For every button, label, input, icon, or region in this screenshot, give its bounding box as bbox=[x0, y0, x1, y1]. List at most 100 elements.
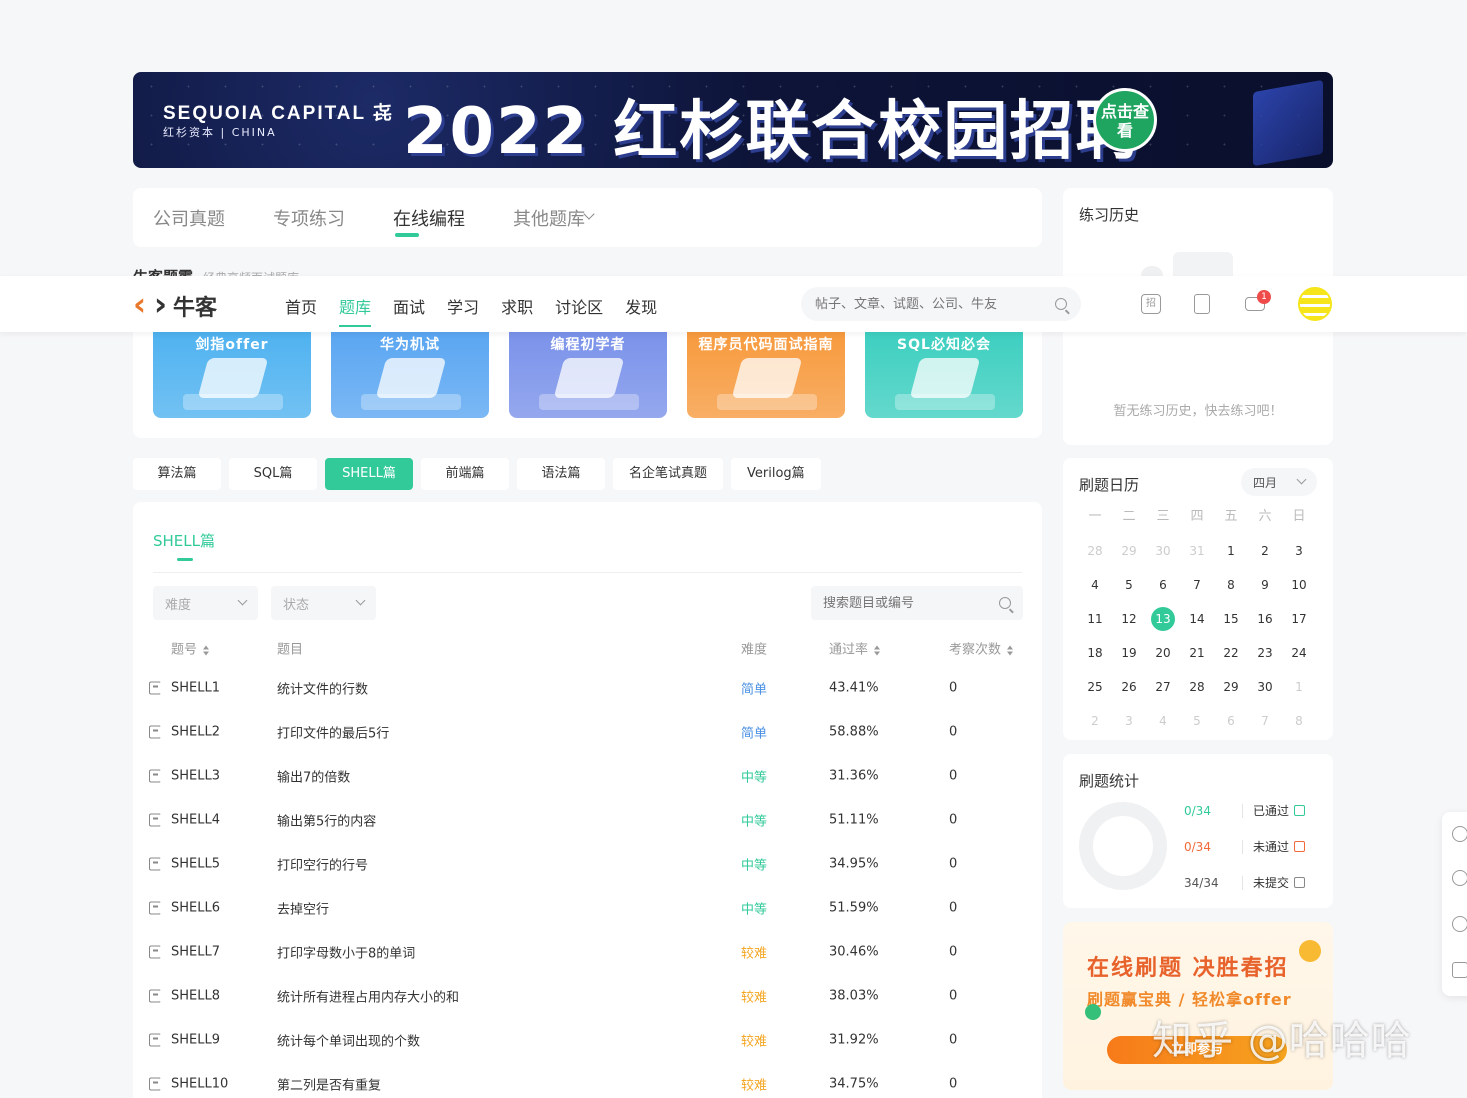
subnav-item[interactable]: 其他题库 bbox=[513, 205, 585, 231]
calendar-day[interactable]: 3 bbox=[1112, 704, 1146, 738]
nav-item[interactable]: 讨论区 bbox=[555, 294, 603, 318]
category-tab[interactable]: SHELL篇 bbox=[325, 458, 413, 490]
list-tab-title[interactable]: SHELL篇 bbox=[153, 530, 215, 561]
problem-id[interactable]: SHELL6 bbox=[171, 901, 220, 916]
problem-id[interactable]: SHELL10 bbox=[171, 1077, 228, 1092]
calendar-day[interactable]: 13 bbox=[1146, 602, 1180, 636]
problem-title[interactable]: 打印字母数小于8的单词 bbox=[277, 943, 415, 962]
calendar-day[interactable]: 18 bbox=[1078, 636, 1112, 670]
problem-search-input[interactable] bbox=[823, 595, 983, 611]
problem-id[interactable]: SHELL1 bbox=[171, 681, 220, 696]
problem-id[interactable]: SHELL8 bbox=[171, 989, 220, 1004]
problem-title[interactable]: 打印空行的行号 bbox=[277, 855, 368, 874]
book-card[interactable]: 程序员代码面试指南 bbox=[687, 332, 845, 418]
problem-id[interactable]: SHELL5 bbox=[171, 857, 220, 872]
calendar-day[interactable]: 30 bbox=[1248, 670, 1282, 704]
problem-id[interactable]: SHELL9 bbox=[171, 1033, 220, 1048]
calendar-day[interactable]: 14 bbox=[1180, 602, 1214, 636]
calendar-day[interactable]: 29 bbox=[1214, 670, 1248, 704]
calendar-day[interactable]: 30 bbox=[1146, 534, 1180, 568]
difficulty-filter[interactable]: 难度 bbox=[153, 586, 258, 620]
problem-title[interactable]: 输出第5行的内容 bbox=[277, 811, 376, 830]
share-icon[interactable] bbox=[1452, 962, 1467, 978]
calendar-day[interactable]: 7 bbox=[1180, 568, 1214, 602]
col-id[interactable]: 题号 bbox=[171, 639, 210, 658]
calendar-day[interactable]: 2 bbox=[1248, 534, 1282, 568]
recruit-icon[interactable]: 招 bbox=[1141, 294, 1161, 314]
book-card[interactable]: 编程初学者 bbox=[509, 332, 667, 418]
nav-item[interactable]: 求职 bbox=[501, 294, 533, 318]
problem-title[interactable]: 统计所有进程占用内存大小的和 bbox=[277, 987, 459, 1006]
table-row[interactable]: SHELL3 输出7的倍数 中等 31.36% 0 bbox=[133, 754, 1042, 798]
subnav-item[interactable]: 公司真题 bbox=[153, 205, 225, 231]
calendar-day[interactable]: 1 bbox=[1282, 670, 1316, 704]
nav-item[interactable]: 题库 bbox=[339, 294, 372, 327]
nav-item[interactable]: 面试 bbox=[393, 294, 425, 318]
search-icon[interactable] bbox=[1055, 298, 1067, 310]
calendar-day[interactable]: 8 bbox=[1214, 568, 1248, 602]
calendar-day[interactable]: 20 bbox=[1146, 636, 1180, 670]
category-tab[interactable]: 算法篇 bbox=[133, 458, 221, 490]
calendar-day[interactable]: 15 bbox=[1214, 602, 1248, 636]
calendar-day[interactable]: 26 bbox=[1112, 670, 1146, 704]
calendar-day[interactable]: 8 bbox=[1282, 704, 1316, 738]
table-row[interactable]: SHELL7 打印字母数小于8的单词 较难 30.46% 0 bbox=[133, 930, 1042, 974]
calendar-day[interactable]: 24 bbox=[1282, 636, 1316, 670]
calendar-day[interactable]: 7 bbox=[1248, 704, 1282, 738]
book-card[interactable]: SQL必知必会 bbox=[865, 332, 1023, 418]
problem-id[interactable]: SHELL3 bbox=[171, 769, 220, 784]
calendar-day[interactable]: 12 bbox=[1112, 602, 1146, 636]
category-tab[interactable]: 语法篇 bbox=[517, 458, 605, 490]
problem-title[interactable]: 统计每个单词出现的个数 bbox=[277, 1031, 420, 1050]
calendar-day[interactable]: 6 bbox=[1146, 568, 1180, 602]
problem-id[interactable]: SHELL4 bbox=[171, 813, 220, 828]
calendar-day[interactable]: 28 bbox=[1180, 670, 1214, 704]
subnav-item[interactable]: 专项练习 bbox=[273, 205, 345, 231]
nav-item[interactable]: 发现 bbox=[625, 294, 657, 318]
calendar-day[interactable]: 17 bbox=[1282, 602, 1316, 636]
mobile-icon[interactable] bbox=[1194, 294, 1210, 314]
calendar-day[interactable]: 1 bbox=[1214, 534, 1248, 568]
calendar-day[interactable]: 6 bbox=[1214, 704, 1248, 738]
problem-title[interactable]: 输出7的倍数 bbox=[277, 767, 350, 786]
status-filter[interactable]: 状态 bbox=[271, 586, 376, 620]
calendar-day[interactable]: 29 bbox=[1112, 534, 1146, 568]
calendar-day[interactable]: 9 bbox=[1248, 568, 1282, 602]
calendar-day[interactable]: 31 bbox=[1180, 534, 1214, 568]
wechat-icon[interactable] bbox=[1452, 916, 1467, 932]
table-row[interactable]: SHELL4 输出第5行的内容 中等 51.11% 0 bbox=[133, 798, 1042, 842]
table-row[interactable]: SHELL6 去掉空行 中等 51.59% 0 bbox=[133, 886, 1042, 930]
weibo-icon[interactable] bbox=[1452, 826, 1467, 842]
nav-item[interactable]: 首页 bbox=[285, 294, 317, 318]
book-card[interactable]: 剑指offer bbox=[153, 332, 311, 418]
recruit-banner[interactable]: SEQUOIA CAPITAL 㐂 红杉资本 | CHINA 2022 红杉联合… bbox=[133, 72, 1333, 168]
table-row[interactable]: SHELL1 统计文件的行数 简单 43.41% 0 bbox=[133, 666, 1042, 710]
calendar-day[interactable]: 3 bbox=[1282, 534, 1316, 568]
table-row[interactable]: SHELL2 打印文件的最后5行 简单 58.88% 0 bbox=[133, 710, 1042, 754]
problem-title[interactable]: 第二列是否有重复 bbox=[277, 1075, 381, 1094]
global-search-input[interactable] bbox=[815, 296, 1035, 312]
calendar-day[interactable]: 10 bbox=[1282, 568, 1316, 602]
calendar-day[interactable]: 25 bbox=[1078, 670, 1112, 704]
global-search[interactable] bbox=[801, 287, 1081, 321]
calendar-day[interactable]: 4 bbox=[1078, 568, 1112, 602]
calendar-day[interactable]: 16 bbox=[1248, 602, 1282, 636]
problem-title[interactable]: 统计文件的行数 bbox=[277, 679, 368, 698]
calendar-day[interactable]: 4 bbox=[1146, 704, 1180, 738]
category-tab[interactable]: 前端篇 bbox=[421, 458, 509, 490]
table-row[interactable]: SHELL5 打印空行的行号 中等 34.95% 0 bbox=[133, 842, 1042, 886]
month-select[interactable]: 四月 bbox=[1241, 468, 1317, 496]
nowcoder-logo[interactable]: 牛客 bbox=[133, 285, 217, 323]
problem-title[interactable]: 打印文件的最后5行 bbox=[277, 723, 389, 742]
problem-id[interactable]: SHELL7 bbox=[171, 945, 220, 960]
category-tab[interactable]: SQL篇 bbox=[229, 458, 317, 490]
category-tab[interactable]: Verilog篇 bbox=[731, 458, 821, 490]
table-row[interactable]: SHELL10 第二列是否有重复 较难 34.75% 0 bbox=[133, 1062, 1042, 1098]
calendar-day[interactable]: 5 bbox=[1112, 568, 1146, 602]
table-row[interactable]: SHELL8 统计所有进程占用内存大小的和 较难 38.03% 0 bbox=[133, 974, 1042, 1018]
subnav-item[interactable]: 在线编程 bbox=[393, 205, 465, 237]
problem-search[interactable] bbox=[811, 586, 1023, 620]
calendar-day[interactable]: 2 bbox=[1078, 704, 1112, 738]
avatar[interactable] bbox=[1298, 287, 1332, 321]
category-tab[interactable]: 名企笔试真题 bbox=[613, 458, 724, 490]
